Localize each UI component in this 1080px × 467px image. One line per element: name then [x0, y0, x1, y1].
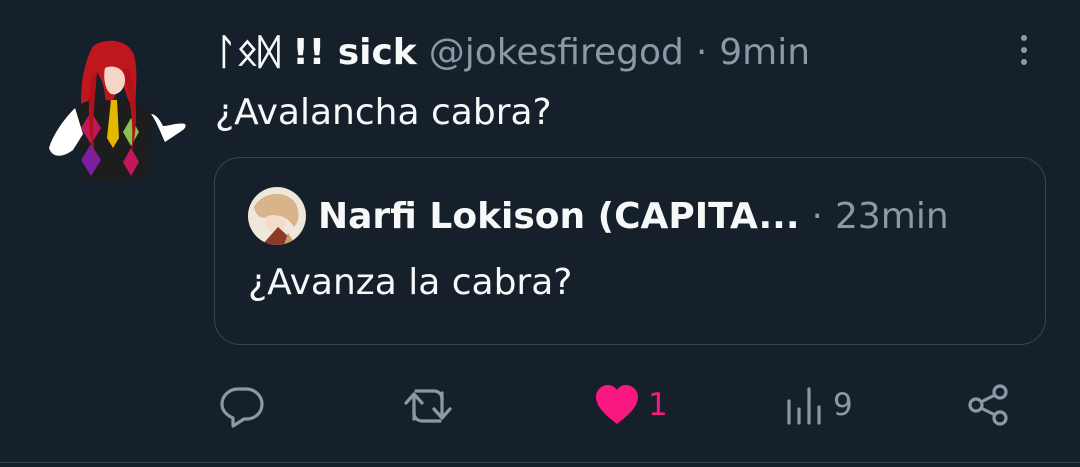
- views-icon: [787, 387, 821, 425]
- quoted-author-name[interactable]: Narfi Lokison (CAPITA...: [318, 196, 800, 237]
- like-count: 1: [648, 387, 668, 423]
- quoted-timestamp[interactable]: 23min: [835, 196, 949, 237]
- tweet[interactable]: ᛚᛟᛞ !! sick @jokesfiregod · 9min ¿Avalan…: [0, 0, 1080, 467]
- views-count: 9: [833, 387, 853, 423]
- quoted-text: ¿Avanza la cabra?: [248, 262, 573, 303]
- retweet-icon: [404, 389, 452, 423]
- reply-button[interactable]: [218, 380, 266, 430]
- quoted-header: Narfi Lokison (CAPITA... · 23min: [318, 192, 949, 240]
- share-icon: [968, 384, 1008, 426]
- views-button[interactable]: 9: [785, 380, 853, 430]
- tweet-header: ᛚᛟᛞ !! sick @jokesfiregod · 9min: [215, 28, 810, 76]
- tweet-timestamp[interactable]: 9min: [719, 32, 810, 73]
- author-handle[interactable]: @jokesfiregod: [429, 32, 684, 73]
- reply-icon: [220, 387, 264, 428]
- quoted-avatar[interactable]: [248, 187, 306, 245]
- like-button[interactable]: 1: [594, 380, 668, 430]
- separator-dot: ·: [811, 195, 823, 237]
- heart-filled-icon: [596, 385, 638, 424]
- separator-dot: ·: [695, 31, 708, 73]
- action-bar: 1 9: [0, 380, 1080, 430]
- divider: [0, 462, 1080, 463]
- author-name[interactable]: ᛚᛟᛞ !! sick: [215, 32, 417, 73]
- avatar[interactable]: [45, 38, 187, 186]
- share-button[interactable]: [966, 380, 1012, 430]
- retweet-button[interactable]: [402, 380, 454, 430]
- quoted-tweet[interactable]: Narfi Lokison (CAPITA... · 23min ¿Avanza…: [214, 157, 1046, 345]
- more-vertical-icon[interactable]: [1010, 30, 1038, 70]
- tweet-text: ¿Avalancha cabra?: [215, 92, 552, 133]
